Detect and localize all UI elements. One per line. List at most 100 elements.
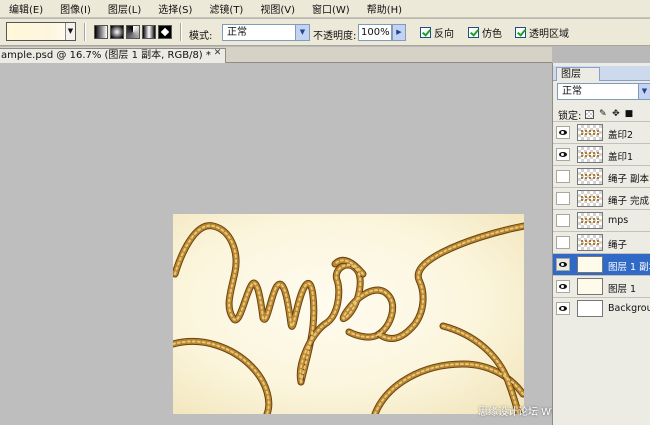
rope-thumbnail-mark: [581, 130, 599, 135]
visibility-toggle[interactable]: [556, 126, 570, 139]
document-tab-title: ample.psd @ 16.7% (图层 1 副本, RGB/8) *: [1, 50, 211, 61]
layer-name: mps: [608, 215, 629, 226]
layer-thumbnail: [577, 190, 603, 207]
eye-icon: [559, 152, 567, 157]
lock-transparency-icon[interactable]: [585, 110, 595, 119]
menu-help[interactable]: 帮助(H): [367, 1, 402, 16]
layer-thumbnail: [577, 234, 603, 251]
gradient-dropdown-icon[interactable]: ▼: [65, 23, 75, 40]
layers-panel-tabstrip: 图层: [553, 66, 650, 81]
visibility-toggle[interactable]: [556, 192, 570, 205]
menu-edit[interactable]: 编辑(E): [9, 1, 43, 16]
visibility-toggle[interactable]: [556, 170, 570, 183]
visibility-toggle[interactable]: [556, 148, 570, 161]
visibility-toggle[interactable]: [556, 258, 570, 271]
rope-thumbnail-mark: [581, 240, 599, 245]
layer-thumbnail: [577, 256, 603, 273]
layer-name: 图层 1: [608, 284, 637, 295]
dither-label: 仿色: [482, 29, 502, 40]
rope-thumbnail-mark: [581, 218, 599, 223]
rope-highlight: [173, 340, 270, 414]
opacity-input[interactable]: 100%: [358, 24, 392, 41]
layer-name: Background: [608, 303, 650, 314]
rope-thumbnail-mark: [581, 196, 599, 201]
reverse-checkbox[interactable]: 反向: [420, 25, 454, 40]
layers-panel: 图层 正常 ▼ 锁定: ✎ ✥ ■ 盖印2 盖印1 绳子 副本绳子 完成 mps 绳子图…: [552, 63, 650, 425]
layer-row[interactable]: 绳子 完成: [553, 187, 650, 209]
rope-highlight: [442, 325, 520, 414]
document-tab-bar: ample.psd @ 16.7% (图层 1 副本, RGB/8) * ✕: [0, 47, 552, 63]
menu-view[interactable]: 视图(V): [260, 1, 295, 16]
lock-move-icon[interactable]: ✥: [611, 110, 620, 119]
rope-highlight: [378, 225, 524, 340]
layer-thumbnail: [577, 146, 603, 163]
diamond-gradient-button[interactable]: [158, 25, 172, 39]
rope-strand: [173, 338, 272, 414]
layer-row[interactable]: 绳子 副本: [553, 165, 650, 187]
document-canvas[interactable]: [173, 214, 524, 414]
eye-icon: [559, 262, 567, 267]
layer-name: 绳子: [608, 240, 628, 251]
eye-icon: [559, 130, 567, 135]
chevron-down-icon[interactable]: ▼: [638, 84, 650, 99]
layer-row[interactable]: 盖印2: [553, 121, 650, 143]
layer-row[interactable]: 绳子: [553, 231, 650, 253]
checkmark-icon: [515, 27, 526, 38]
menu-select[interactable]: 选择(S): [158, 1, 192, 16]
rope-thumbnail-mark: [581, 174, 599, 179]
menu-filter[interactable]: 滤镜(T): [209, 1, 243, 16]
rope-strand: [440, 323, 522, 414]
layer-row[interactable]: 图层 1 副本: [553, 253, 650, 275]
visibility-toggle[interactable]: [556, 214, 570, 227]
opacity-arrow-icon[interactable]: ▶: [392, 24, 406, 41]
layer-thumbnail: [577, 168, 603, 185]
layer-row[interactable]: mps: [553, 209, 650, 231]
close-icon[interactable]: ✕: [212, 49, 223, 59]
checkmark-icon: [468, 27, 479, 38]
toolbar-separator: [84, 23, 86, 41]
mode-select[interactable]: 正常 ▼: [222, 24, 310, 41]
lock-brush-icon[interactable]: ✎: [598, 110, 607, 119]
radial-gradient-button[interactable]: [110, 25, 124, 39]
layer-row[interactable]: 盖印1: [553, 143, 650, 165]
chevron-down-icon[interactable]: ▼: [295, 25, 309, 40]
rope-shadow: [375, 222, 524, 342]
visibility-toggle[interactable]: [556, 280, 570, 293]
tab-layers[interactable]: 图层: [556, 67, 600, 81]
layer-name: 绳子 副本: [608, 174, 650, 185]
layer-name: 盖印2: [608, 130, 634, 141]
linear-gradient-button[interactable]: [94, 25, 108, 39]
options-bar: ▼ 模式: 正常 ▼ 不透明度: 100% ▶ 反向 仿色 透明区域: [0, 19, 650, 46]
layer-name: 绳子 完成: [608, 196, 650, 207]
menu-layer[interactable]: 图层(L): [108, 1, 141, 16]
mode-label: 模式:: [189, 31, 213, 42]
lock-row: 锁定: ✎ ✥ ■: [558, 107, 634, 123]
layer-thumbnail: [577, 212, 603, 229]
layer-row[interactable]: 图层 1: [553, 275, 650, 297]
rope-shadow: [173, 337, 273, 414]
layer-blend-mode-select[interactable]: 正常 ▼: [557, 83, 650, 100]
document-tab[interactable]: ample.psd @ 16.7% (图层 1 副本, RGB/8) *: [0, 48, 226, 63]
layer-row[interactable]: Background: [553, 297, 650, 319]
layer-thumbnail: [577, 278, 603, 295]
menu-window[interactable]: 窗口(W): [312, 1, 350, 16]
visibility-toggle[interactable]: [556, 302, 570, 315]
rope-strand: [376, 223, 524, 341]
visibility-toggle[interactable]: [556, 236, 570, 249]
dither-checkbox[interactable]: 仿色: [468, 25, 502, 40]
opacity-label: 不透明度:: [313, 31, 357, 42]
reflected-gradient-button[interactable]: [142, 25, 156, 39]
lock-all-icon[interactable]: ■: [624, 110, 634, 119]
eye-icon: [559, 306, 567, 311]
lock-label: 锁定:: [558, 111, 582, 122]
reverse-label: 反向: [434, 29, 454, 40]
gradient-picker[interactable]: ▼: [6, 22, 76, 41]
toolbar-separator: [180, 23, 182, 41]
transparency-checkbox[interactable]: 透明区域: [515, 25, 569, 40]
layer-thumbnail: [577, 124, 603, 141]
angle-gradient-button[interactable]: [126, 25, 140, 39]
menu-image[interactable]: 图像(I): [60, 1, 91, 16]
eye-icon: [559, 284, 567, 289]
transparency-label: 透明区域: [529, 29, 569, 40]
mode-value: 正常: [227, 27, 247, 38]
